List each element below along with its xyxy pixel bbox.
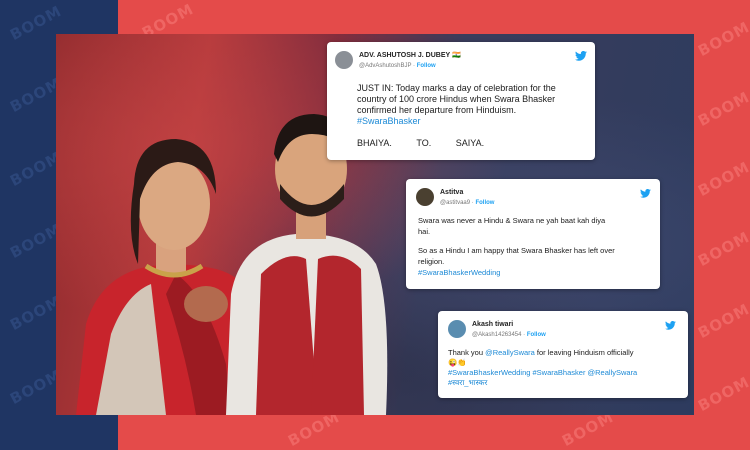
hashtag-link[interactable]: #SwaraBhaskerWedding	[418, 267, 660, 278]
tweet-author-name: ADV. ASHUTOSH J. DUBEY 🇮🇳	[359, 52, 461, 59]
tweet-text-line	[418, 237, 660, 245]
hashtag-link[interactable]: #SwaraBhaskerWedding #SwaraBhasker @Real…	[448, 368, 688, 378]
hashtag-link[interactable]: #SwaraBhasker	[357, 116, 595, 127]
tweet-card: Akash tiwari @Akash14263454 · Follow Tha…	[438, 311, 688, 398]
avatar	[335, 51, 353, 69]
tweet-card: ADV. ASHUTOSH J. DUBEY 🇮🇳 @AdvAshutoshBJ…	[327, 42, 595, 160]
tweet-card: Astitva @astitvaa9 · Follow Swara was ne…	[406, 179, 660, 289]
twitter-bird-icon	[640, 189, 651, 198]
tweet-text-line: religion.	[418, 257, 445, 266]
tweet-handle: @astitvaa9	[440, 200, 471, 206]
tweet-handle: @AdvAshutoshBJP	[359, 63, 412, 69]
tweet-text: Thank you	[448, 348, 486, 357]
tweet-text-word: SAIYA.	[455, 138, 485, 148]
emoji: 😜👏	[448, 358, 467, 367]
tweet-text-line: hai.	[418, 227, 431, 236]
hashtag-link[interactable]: #स्वरा_भास्कर	[448, 378, 688, 388]
tweet-text-line: Swara was never a Hindu & Swara ne yah b…	[418, 216, 606, 225]
tweet-text-word: TO.	[416, 138, 432, 148]
twitter-bird-icon	[665, 321, 676, 330]
follow-link[interactable]: Follow	[417, 63, 436, 69]
tweet-handle: @Akash14263454	[472, 332, 522, 338]
twitter-bird-icon	[575, 51, 587, 61]
avatar	[448, 320, 466, 338]
tweet-text-line: JUST IN: Today marks a day of celebratio…	[357, 83, 556, 93]
tweet-author-name: Astitva	[440, 189, 464, 196]
tweet-text-line: country of 100 crore Hindus when Swara B…	[357, 94, 556, 104]
tweet-text-word: BHAIYA.	[357, 138, 392, 148]
tweet-text-line: confirmed her departure from Hinduism.	[357, 105, 517, 115]
follow-link[interactable]: Follow	[475, 200, 494, 206]
mention-link[interactable]: @ReallySwara	[485, 348, 535, 357]
follow-link[interactable]: Follow	[527, 332, 546, 338]
tweet-author-name: Akash tiwari	[472, 321, 514, 328]
tweet-text: for leaving Hinduism officially	[534, 348, 634, 357]
tweet-text-line: So as a Hindu I am happy that Swara Bhas…	[418, 246, 615, 255]
avatar	[416, 188, 434, 206]
